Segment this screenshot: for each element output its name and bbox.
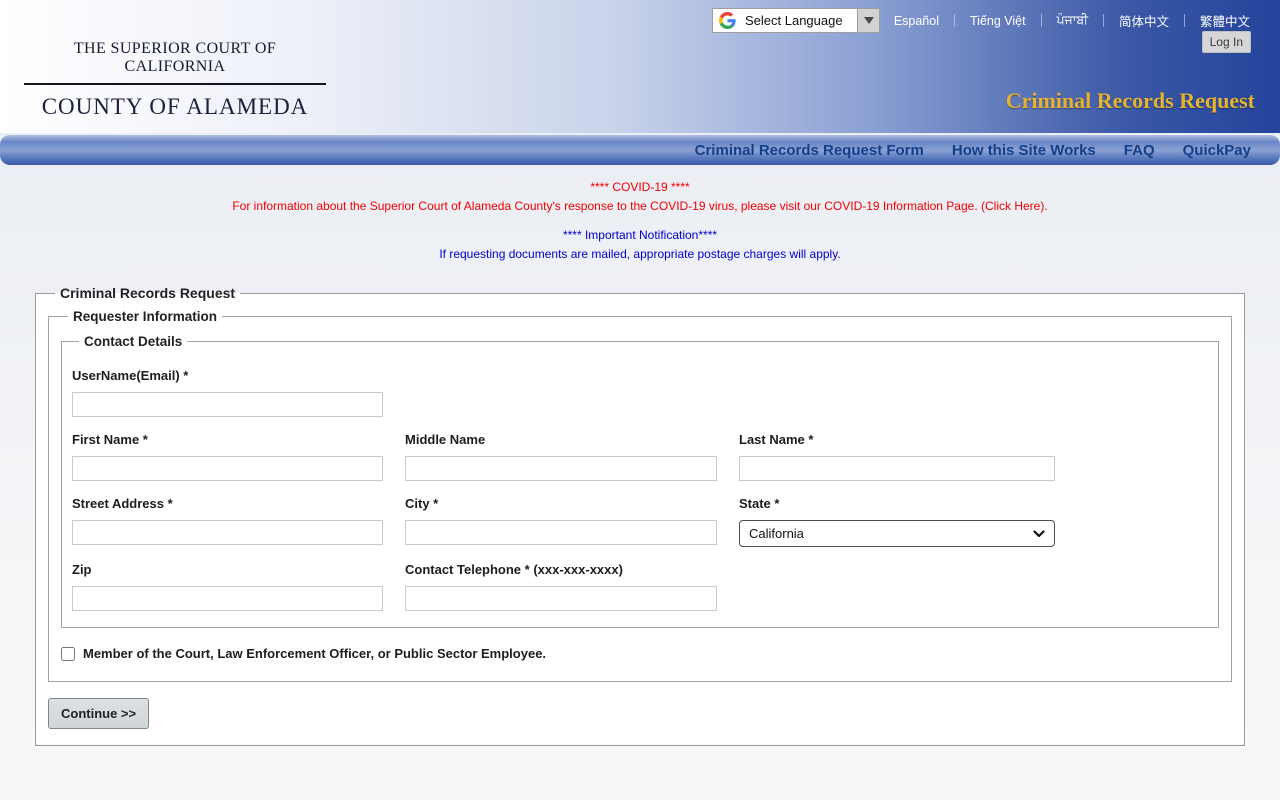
first-name-input[interactable] <box>72 456 383 481</box>
important-notification-title: **** Important Notification**** <box>562 228 718 242</box>
last-name-label: Last Name * <box>739 432 814 447</box>
covid-notice-body: For information about the Superior Court… <box>0 200 1280 213</box>
legend-requester-information: Requester Information <box>73 309 218 324</box>
nav-item-quickpay[interactable]: QuickPay <box>1183 142 1251 159</box>
legend-criminal-records-request: Criminal Records Request <box>60 285 236 301</box>
dropdown-arrow-icon <box>863 17 874 24</box>
city-input[interactable] <box>405 520 717 545</box>
lang-link-traditional-chinese[interactable]: 繁體中文 <box>1200 11 1250 30</box>
nav-item-criminal-records-request-form[interactable]: Criminal Records Request Form <box>695 142 924 159</box>
member-checkbox-label: Member of the Court, Law Enforcement Off… <box>83 646 547 661</box>
language-links: Español Tiếng Việt ਪੰਜਾਬੀ 简体中文 繁體中文 <box>894 11 1250 30</box>
middle-name-input[interactable] <box>405 456 717 481</box>
city-label: City * <box>405 496 439 511</box>
court-name-line1: THE SUPERIOR COURT OF CALIFORNIA <box>24 40 326 85</box>
main-navbar: Criminal Records Request Form How this S… <box>0 135 1280 165</box>
page-title: Criminal Records Request <box>1005 88 1255 113</box>
phone-input[interactable] <box>405 586 717 611</box>
username-input[interactable] <box>72 392 383 417</box>
fieldset-criminal-records-request: Criminal Records Request Requester Infor… <box>35 285 1245 746</box>
lang-link-spanish[interactable]: Español <box>894 14 939 28</box>
last-name-input[interactable] <box>739 456 1055 481</box>
member-checkbox[interactable] <box>61 646 75 661</box>
court-name-line2: COUNTY OF ALAMEDA <box>41 94 309 119</box>
street-address-input[interactable] <box>72 520 383 545</box>
middle-name-label: Middle Name <box>405 432 486 447</box>
login-button[interactable]: Log In <box>1201 31 1251 53</box>
continue-button[interactable]: Continue >> <box>48 698 150 729</box>
lang-link-simplified-chinese[interactable]: 简体中文 <box>1119 11 1169 30</box>
google-translate-widget[interactable]: Select Language <box>712 8 880 33</box>
username-label: UserName(Email) * <box>72 368 189 383</box>
phone-field-group: Contact Telephone * (xxx-xxx-xxxx) <box>405 547 717 611</box>
google-logo-icon <box>719 12 736 29</box>
page-header: THE SUPERIOR COURT OF CALIFORNIA COUNTY … <box>0 0 1280 133</box>
state-label: State * <box>739 496 780 511</box>
separator <box>954 14 955 27</box>
separator <box>1040 14 1042 27</box>
covid-notice-text: For information about the Superior Court… <box>232 199 825 213</box>
court-logo: THE SUPERIOR COURT OF CALIFORNIA COUNTY … <box>24 40 326 120</box>
form-row-username: UserName(Email) * <box>72 353 1208 417</box>
nav-item-faq[interactable]: FAQ <box>1124 142 1155 159</box>
zip-field-group: Zip <box>72 547 383 611</box>
separator <box>1183 14 1185 27</box>
username-field-group: UserName(Email) * <box>72 353 383 417</box>
lang-link-vietnamese[interactable]: Tiếng Việt <box>970 14 1026 28</box>
city-field-group: City * <box>405 481 717 547</box>
street-address-field-group: Street Address * <box>72 481 383 547</box>
first-name-field-group: First Name * <box>72 417 383 481</box>
criminal-records-request-form: Criminal Records Request Requester Infor… <box>35 285 1245 746</box>
notices-block: **** COVID-19 **** For information about… <box>0 181 1280 261</box>
street-address-label: Street Address * <box>72 496 173 511</box>
lang-link-punjabi[interactable]: ਪੰਜਾਬੀ <box>1057 13 1088 28</box>
chevron-down-icon <box>1033 529 1045 537</box>
zip-label: Zip <box>72 562 92 577</box>
last-name-field-group: Last Name * <box>739 417 1055 481</box>
state-select[interactable]: California <box>739 520 1055 547</box>
form-row-name: First Name * Middle Name Last Name * <box>72 417 1208 481</box>
important-notification-body: If requesting documents are mailed, appr… <box>439 247 841 261</box>
phone-label: Contact Telephone * (xxx-xxx-xxxx) <box>405 562 623 577</box>
fieldset-contact-details: Contact Details UserName(Email) * First … <box>61 334 1219 628</box>
translate-dropdown-button[interactable] <box>857 9 879 32</box>
middle-name-field-group: Middle Name <box>405 417 717 481</box>
covid-info-page-link[interactable]: COVID-19 Information Page. (Click Here). <box>824 199 1047 213</box>
fieldset-requester-information: Requester Information Contact Details Us… <box>48 309 1232 682</box>
covid-notice-title: **** COVID-19 **** <box>590 180 690 194</box>
nav-item-how-this-site-works[interactable]: How this Site Works <box>952 142 1096 159</box>
form-row-zip-phone: Zip Contact Telephone * (xxx-xxx-xxxx) <box>72 547 1208 611</box>
state-select-value: California <box>749 526 804 541</box>
separator <box>1102 14 1104 27</box>
first-name-label: First Name * <box>72 432 148 447</box>
zip-input[interactable] <box>72 586 383 611</box>
translate-label: Select Language <box>745 13 843 28</box>
state-field-group: State * California <box>739 481 1055 547</box>
form-row-address: Street Address * City * State * Californ… <box>72 481 1208 547</box>
legend-contact-details: Contact Details <box>84 334 183 349</box>
member-checkbox-row: Member of the Court, Law Enforcement Off… <box>61 646 1219 661</box>
